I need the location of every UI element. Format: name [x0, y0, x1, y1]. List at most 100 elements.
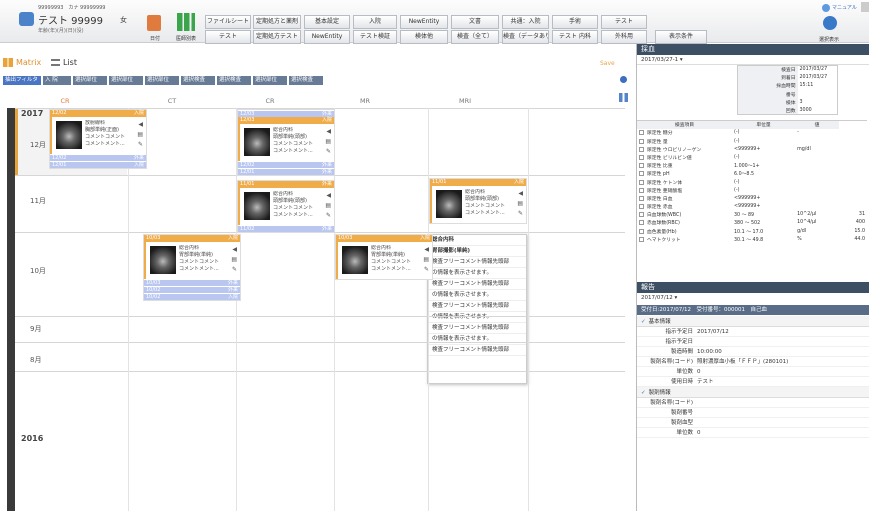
lab-row[interactable]: 尿定性 糖分 (-) -	[637, 129, 867, 137]
card-sub-row[interactable]: 12/01 外来	[238, 168, 334, 175]
card-sub-row[interactable]: 12/01 入院	[50, 161, 146, 168]
tab-top-5[interactable]: 文書	[451, 15, 499, 29]
speaker-icon[interactable]: ◀	[424, 246, 429, 253]
exam-card[interactable]: 12/02 入院 放射線科 胸部単純(正面) コメントコメント コメントメント... ◀ ▤ ✎…	[49, 109, 147, 169]
tab-top-1[interactable]: 定期処方と薬剤	[253, 15, 301, 29]
image-thumbnail[interactable]	[244, 192, 270, 220]
card-body[interactable]: 総合内科 頭部単純(頭部) コメントコメント コメントメント... ◀ ▤ ✎	[430, 186, 526, 223]
document-icon[interactable]: ▤	[325, 138, 331, 145]
filter-chip-7[interactable]: 選択部位	[253, 76, 287, 85]
list-tab[interactable]: List	[63, 58, 77, 67]
exam-card[interactable]: 11/01 入院 総合内科 頭部単純(頭部) コメントコメント コメントメント... ◀ ▤ ✎	[429, 178, 527, 224]
document-icon[interactable]: ▤	[325, 202, 331, 209]
lab-checkbox[interactable]	[639, 146, 644, 152]
select-display-icon[interactable]	[823, 16, 837, 30]
tab-top-4[interactable]: NewEntity	[400, 15, 448, 29]
lab-checkbox[interactable]	[639, 130, 644, 136]
filter-chip-8[interactable]: 選択検査	[289, 76, 323, 85]
filter-chip-4[interactable]: 選択部位	[145, 76, 179, 85]
tab-bottom-8[interactable]: 外科用	[601, 30, 647, 44]
speaker-icon[interactable]: ◀	[326, 128, 331, 135]
column-header-0[interactable]: CR	[30, 95, 100, 107]
edit-icon[interactable]: ✎	[326, 212, 331, 219]
document-icon[interactable]: ▤	[137, 131, 143, 138]
lab-checkbox[interactable]	[639, 138, 644, 144]
image-thumbnail[interactable]	[436, 190, 462, 218]
tab-bottom-1[interactable]: 定期処方テスト	[253, 30, 301, 44]
manual-icon[interactable]	[822, 4, 830, 12]
card-header[interactable]: 11/01 入院	[430, 179, 526, 186]
lab-checkbox[interactable]	[639, 154, 644, 160]
lab-checkbox[interactable]	[639, 171, 644, 177]
image-thumbnail[interactable]	[150, 246, 176, 274]
lab-date-select[interactable]: 2017/03/27-1 ▾	[637, 55, 869, 65]
column-header-4[interactable]: MRI	[430, 95, 500, 107]
lab-checkbox[interactable]	[639, 163, 644, 169]
lab-row[interactable]: 白血球数(WBC) 30 ～ 89 10^2/μl 31	[637, 211, 867, 219]
lab-checkbox[interactable]	[639, 228, 644, 234]
report-group-header[interactable]: ✓ 製剤情報	[637, 387, 869, 398]
filter-chip-1[interactable]: 入 院	[43, 76, 71, 85]
edit-icon[interactable]: ✎	[326, 148, 331, 155]
column-header-1[interactable]: CT	[137, 95, 207, 107]
lab-row[interactable]: 尿定性 亜硝酸塩 (-)	[637, 186, 867, 194]
card-header[interactable]: 11/01 外来	[238, 181, 334, 188]
report-date-select[interactable]: 2017/07/12 ▾	[637, 294, 681, 302]
exam-card[interactable]: 11/01 外来 総合内科 頭部単純(頭部) コメントコメント コメントメント... ◀ ▤ ✎…	[237, 180, 335, 233]
card-sub-row[interactable]: 10/02 入院	[144, 293, 240, 300]
exam-card[interactable]: 10/03 入院 総合内科 胃部単純(単純) コメントコメント コメントメント... ◀ ▤ ✎	[335, 234, 433, 280]
card-prior-row[interactable]: 12/03 外来	[238, 110, 334, 117]
tab-bottom-5[interactable]: 検査（全て）	[451, 30, 499, 44]
lab-row[interactable]: 尿定性 量 (-)	[637, 137, 867, 145]
settings-gear-icon[interactable]	[620, 76, 627, 83]
matrix-tab[interactable]: Matrix	[16, 58, 41, 67]
tab-bottom-6[interactable]: 検査（データあり）	[502, 30, 549, 44]
menu-icon[interactable]	[861, 2, 869, 12]
tab-top-2[interactable]: 基本設定	[304, 15, 350, 29]
card-header[interactable]: 10/03 入院	[336, 235, 432, 242]
exam-card[interactable]: 10/03 入院 総合内科 胃部単純(単純) コメントコメント コメントメント... ◀ ▤ ✎…	[143, 234, 241, 301]
lab-row[interactable]: 尿定性 ウロビリノーゲン <999999+ mg/dl	[637, 145, 867, 153]
tab-bottom-7[interactable]: テスト 内科	[552, 30, 598, 44]
card-body[interactable]: 総合内科 胃部単純(単純) コメントコメント コメントメント... ◀ ▤ ✎	[336, 242, 432, 279]
lab-row[interactable]: 尿定性 白血 <999999+	[637, 194, 867, 202]
lab-checkbox[interactable]	[639, 187, 644, 193]
tab-bottom-3[interactable]: テスト検証	[353, 30, 397, 44]
exam-card[interactable]: 12/03 外来 12/03 入院 総合内科 頭部単純(頭部) コメントコメント コメントメン…	[237, 109, 335, 176]
manual-link[interactable]: マニュアル	[832, 4, 857, 11]
tab-top-6[interactable]: 共通：入院	[502, 15, 549, 29]
lab-checkbox[interactable]	[639, 179, 644, 185]
card-sub-row[interactable]: 12/02 外来	[238, 161, 334, 168]
card-sub-row[interactable]: 10/03 外来	[144, 279, 240, 286]
column-header-3[interactable]: MR	[330, 95, 400, 107]
speaker-icon[interactable]: ◀	[518, 190, 523, 197]
card-header[interactable]: 12/02 入院	[50, 110, 146, 117]
filter-chip-3[interactable]: 選択部位	[109, 76, 143, 85]
lab-row[interactable]: 尿定性 ビリルビン値 (-)	[637, 153, 867, 161]
tab-bottom-2[interactable]: NewEntity	[304, 30, 350, 44]
image-thumbnail[interactable]	[244, 128, 270, 156]
edit-icon[interactable]: ✎	[138, 141, 143, 148]
filter-chip-5[interactable]: 選択検査	[181, 76, 215, 85]
lab-row[interactable]: 尿定性 pH 6.0～8.5	[637, 170, 867, 178]
card-sub-row[interactable]: 10/02 外来	[144, 286, 240, 293]
card-body[interactable]: 総合内科 胃部単純(単純) コメントコメント コメントメント... ◀ ▤ ✎	[144, 242, 240, 279]
document-icon[interactable]: ▤	[231, 256, 237, 263]
chart-icon[interactable]	[177, 13, 195, 31]
tab-top-8[interactable]: テスト	[601, 15, 647, 29]
document-icon[interactable]: ▤	[423, 256, 429, 263]
lab-row[interactable]: 尿定性 ケトン体 (-)	[637, 178, 867, 186]
card-body[interactable]: 放射線科 胸部単純(正面) コメントコメント コメントメント... ◀ ▤ ✎	[50, 117, 146, 154]
lab-row[interactable]: 尿定性 赤血 <999999+	[637, 203, 867, 211]
calendar-icon[interactable]	[147, 15, 161, 31]
lab-checkbox[interactable]	[639, 236, 644, 242]
lab-row[interactable]: 血色素量(Hb) 10.1 ～ 17.0 g/dl 15.0	[637, 227, 867, 235]
list-icon[interactable]	[51, 59, 60, 66]
image-thumbnail[interactable]	[56, 121, 82, 149]
lab-checkbox[interactable]	[639, 195, 644, 201]
tab-top-3[interactable]: 入院	[353, 15, 397, 29]
save-button[interactable]: Save	[600, 60, 615, 67]
card-sub-row[interactable]: 12/02 外来	[50, 154, 146, 161]
report-group-header[interactable]: ✓ 基本情報	[637, 316, 869, 327]
edit-icon[interactable]: ✎	[518, 210, 523, 217]
